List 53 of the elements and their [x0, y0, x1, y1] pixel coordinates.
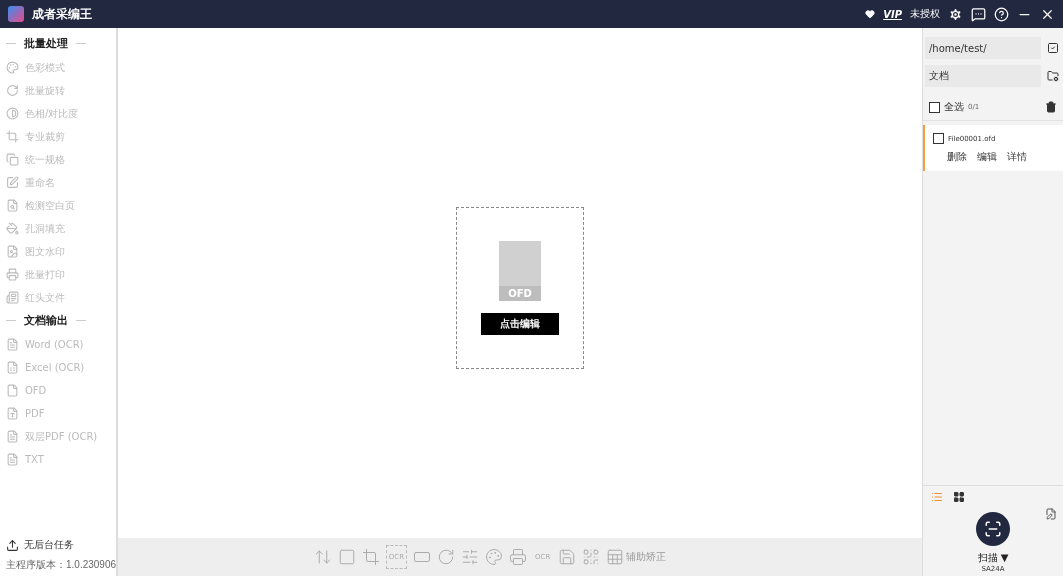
- palette-icon: [6, 61, 19, 74]
- trash-icon[interactable]: [1045, 101, 1057, 113]
- grid-icon[interactable]: [606, 548, 625, 566]
- edit-button[interactable]: 点击编辑: [481, 313, 559, 335]
- folder-field[interactable]: 文档: [925, 65, 1041, 87]
- crop-icon: [6, 130, 19, 143]
- file-image-icon: [6, 245, 19, 258]
- section-title: 批量处理: [24, 35, 68, 51]
- app-logo-icon: [8, 6, 24, 22]
- grid-view-icon[interactable]: [953, 491, 965, 503]
- heart-icon: [865, 9, 876, 19]
- list-view-icon[interactable]: [931, 491, 943, 503]
- spreadsheet-icon: [6, 361, 19, 374]
- document-icon: [6, 430, 19, 443]
- ofd-file-icon: OFD: [499, 241, 541, 301]
- section-title: 文档输出: [24, 312, 68, 328]
- printer-icon[interactable]: [509, 546, 527, 568]
- select-all-label: 全选: [944, 100, 964, 114]
- path-field[interactable]: /home/test/: [925, 37, 1041, 59]
- drop-area[interactable]: OFD 点击编辑: [456, 207, 584, 369]
- settings-icon[interactable]: [948, 6, 963, 22]
- contrast-icon: [6, 107, 19, 120]
- version-label: 主程序版本：1.0.230906: [6, 558, 116, 572]
- newspaper-icon: [6, 291, 19, 304]
- license-status: 未授权: [910, 7, 940, 21]
- copy-icon: [6, 153, 19, 166]
- file-icon: [6, 407, 19, 420]
- scan-icon: [984, 520, 1002, 538]
- scan-button[interactable]: [976, 512, 1010, 546]
- task-status: 无后台任务: [24, 538, 74, 552]
- folder-settings-icon[interactable]: [1047, 70, 1059, 82]
- message-icon[interactable]: [971, 6, 986, 22]
- file-action-link[interactable]: 删除: [947, 150, 967, 164]
- scan-menu[interactable]: 扫描 ▼: [977, 551, 1009, 565]
- correct-tool-label[interactable]: 辅助矫正: [626, 550, 667, 564]
- help-icon[interactable]: [994, 6, 1009, 22]
- vip-link[interactable]: VIP: [883, 8, 902, 20]
- document-icon: [6, 453, 19, 466]
- crop-icon[interactable]: [361, 546, 380, 568]
- edit-file-icon[interactable]: [1045, 508, 1057, 520]
- paint-bucket-icon: [6, 222, 19, 235]
- file-search-icon: [6, 199, 19, 212]
- upload-icon: [6, 538, 19, 552]
- edit-icon: [6, 176, 19, 189]
- file-action-link[interactable]: 编辑: [977, 150, 997, 164]
- file-icon: [6, 384, 19, 397]
- document-icon: [6, 338, 19, 351]
- printer-icon: [6, 268, 19, 281]
- file-checkbox[interactable]: [933, 133, 944, 144]
- file-action-link[interactable]: 详情: [1007, 150, 1027, 164]
- rotate-icon: [6, 84, 19, 97]
- window-title: 成者采编王: [32, 5, 93, 23]
- select-all-checkbox[interactable]: [929, 101, 940, 113]
